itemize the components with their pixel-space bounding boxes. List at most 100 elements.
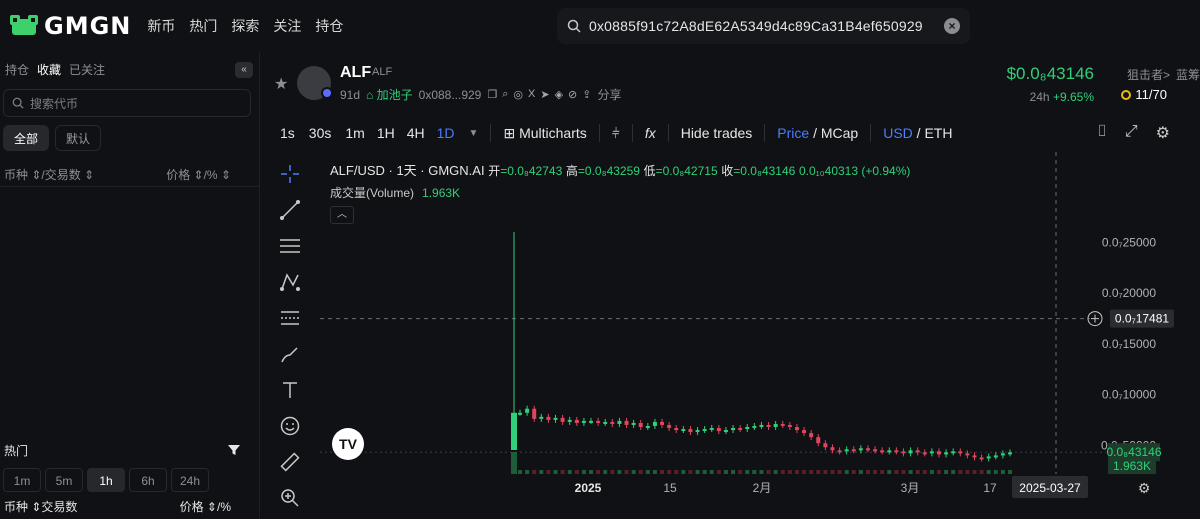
candle [787, 424, 792, 427]
hot-col-price[interactable]: 价格 ⇕/% [180, 498, 231, 516]
interval-4h[interactable]: 4H [407, 125, 425, 141]
copy-icon[interactable]: ❐ [487, 88, 497, 101]
candle [965, 453, 970, 456]
globe-icon[interactable]: ◎ [513, 88, 523, 101]
crosshair-price-label: 0.0₇17481 [1115, 312, 1170, 326]
share-link[interactable]: 分享 [597, 86, 621, 103]
emoji-icon[interactable] [276, 412, 304, 440]
candle [809, 433, 814, 438]
fullscreen-icon[interactable]: ⤢ [1125, 123, 1138, 143]
nav-hot[interactable]: 热门 [189, 16, 217, 36]
tab-favorites[interactable]: 收藏 [37, 61, 61, 78]
tab-holdings[interactable]: 持仓 [5, 61, 29, 78]
ruler-icon[interactable] [276, 448, 304, 476]
candle [873, 449, 878, 452]
interval-1s[interactable]: 1s [280, 125, 295, 141]
price-chart[interactable]: 0.0₇25000 0.0₇20000 0.0₇15000 0.0₇10000 0.0₈… [320, 152, 1200, 519]
hot-col-token[interactable]: 币种 ⇕交易数 [4, 498, 77, 516]
candle [723, 430, 728, 433]
candle [901, 451, 906, 454]
explorer-icon[interactable]: ◈ [555, 88, 563, 101]
favorite-star-icon[interactable]: ★ [274, 74, 288, 94]
usd-eth-toggle[interactable]: USD / ETH [883, 125, 952, 141]
sidebar-search-input[interactable]: 搜索代币 [3, 89, 251, 117]
horizontal-lines-icon[interactable] [276, 232, 304, 260]
candle [936, 451, 941, 455]
chart-canvas[interactable]: 0.0₇25000 0.0₇20000 0.0₇15000 0.0₇10000 0.0₈… [320, 152, 1200, 519]
nav-new[interactable]: 新币 [147, 16, 175, 36]
candle [610, 421, 615, 424]
filter-default[interactable]: 默认 [55, 125, 102, 151]
camera-icon[interactable]: ⌷ [1097, 123, 1107, 143]
tradingview-logo[interactable]: TV [332, 428, 364, 460]
candle [780, 423, 785, 426]
filter-icon[interactable] [227, 443, 241, 457]
snipers-link[interactable]: 狙击者> [1127, 66, 1170, 83]
interval-30s[interactable]: 30s [309, 125, 332, 141]
add-pool-link[interactable]: ⌂ 加池子 [366, 86, 413, 103]
col-price-header[interactable]: 价格 ⇕/% ⇕ [166, 166, 231, 183]
clear-search-icon[interactable]: × [944, 18, 960, 34]
price-mcap-toggle[interactable]: Price / MCap [777, 125, 858, 141]
search-input[interactable]: 0x0885f91c72A8dE62A5349d4c89Ca31B4ef6509… [589, 18, 944, 34]
hide-trades-button[interactable]: Hide trades [681, 125, 753, 141]
volume-bar [858, 470, 863, 474]
interval-1h[interactable]: 1H [377, 125, 395, 141]
indicators-button[interactable]: fx [645, 125, 656, 141]
tf-6h[interactable]: 6h [129, 468, 167, 492]
candle [929, 451, 934, 454]
volume-bar [681, 470, 686, 474]
nav-holdings[interactable]: 持仓 [315, 16, 343, 36]
candle [766, 424, 771, 427]
col-token-header[interactable]: 币种 ⇕/交易数 ⇕ [4, 166, 94, 183]
candle [880, 450, 885, 453]
x-tick-label: 2025 [575, 481, 602, 495]
filter-all[interactable]: 全部 [3, 125, 50, 151]
volume-bar [816, 470, 821, 474]
candle [617, 420, 622, 424]
tf-5m[interactable]: 5m [45, 468, 83, 492]
settings-icon[interactable]: ⚙ [1156, 123, 1170, 143]
chart-settings-icon[interactable]: ⚙ [1138, 481, 1151, 497]
volume-bar [887, 470, 892, 474]
projection-icon[interactable] [276, 304, 304, 332]
volume-bar [915, 470, 920, 474]
crosshair-icon[interactable] [276, 160, 304, 188]
collapse-sidebar-icon[interactable]: « [235, 62, 253, 78]
candle-style-icon[interactable]: ⫩ [612, 125, 620, 142]
search-icon[interactable]: ⌕ [502, 88, 508, 101]
tab-followed[interactable]: 已关注 [69, 61, 105, 78]
nav-follow[interactable]: 关注 [273, 16, 301, 36]
volume-bar [851, 470, 856, 474]
frog-logo-icon [10, 15, 38, 35]
brush-icon[interactable] [276, 340, 304, 368]
tf-1m[interactable]: 1m [3, 468, 41, 492]
price-block: $0.0₈43146 24h +9.65% [1007, 64, 1094, 104]
multicharts-button[interactable]: ⊞ Multicharts [503, 125, 586, 142]
price-change: 24h +9.65% [1029, 90, 1094, 104]
volume-bar [823, 470, 828, 474]
search-bar[interactable]: 0x0885f91c72A8dE62A5349d4c89Ca31B4ef6509… [557, 8, 970, 44]
low-value: 低=0.0₈42715 [643, 164, 718, 178]
logo[interactable]: GMGN [8, 12, 131, 40]
pattern-icon[interactable] [276, 268, 304, 296]
zoom-in-icon[interactable] [276, 484, 304, 512]
share-icon[interactable]: ⇪ [582, 88, 591, 101]
candle [581, 420, 586, 423]
tf-1h[interactable]: 1h [87, 468, 125, 492]
interval-dropdown-icon[interactable]: ▼ [469, 128, 479, 139]
interval-1d[interactable]: 1D [437, 125, 455, 141]
candle [752, 425, 757, 428]
x-icon[interactable]: X [528, 88, 535, 101]
link-icon[interactable]: ⊘ [568, 88, 577, 101]
nav-explore[interactable]: 探索 [231, 16, 259, 36]
interval-1m[interactable]: 1m [345, 125, 364, 141]
candle [645, 425, 650, 428]
tf-24h[interactable]: 24h [171, 468, 209, 492]
text-icon[interactable] [276, 376, 304, 404]
sidebar-tabs: 持仓 收藏 已关注 [0, 52, 259, 86]
trend-line-icon[interactable] [276, 196, 304, 224]
token-address[interactable]: 0x088...929 [419, 88, 482, 102]
telegram-icon[interactable]: ➤ [540, 88, 549, 101]
legend-collapse-icon[interactable]: ︿ [330, 206, 354, 224]
